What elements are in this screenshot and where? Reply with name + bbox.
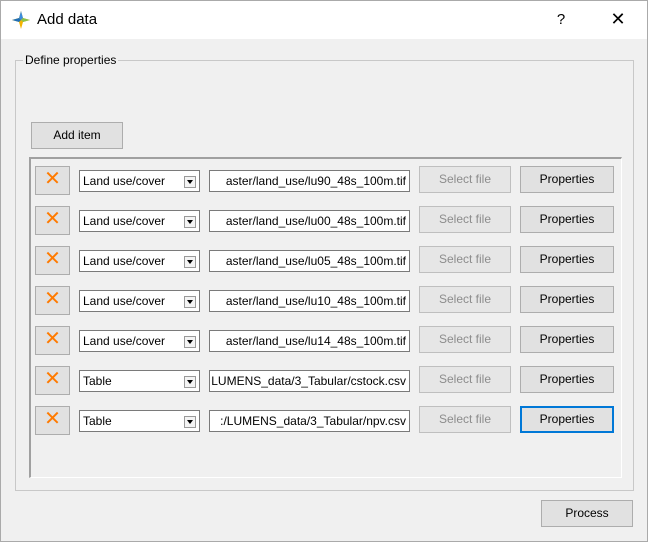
app-logo-icon xyxy=(11,10,31,30)
type-select[interactable]: Land use/cover xyxy=(79,290,200,312)
select-file-button[interactable]: Select file xyxy=(419,246,511,273)
properties-button[interactable]: Properties xyxy=(520,246,614,273)
file-path-value: aster/land_use/lu90_48s_100m.tif xyxy=(225,174,406,188)
properties-button[interactable]: Properties xyxy=(520,326,614,353)
file-path-field[interactable]: LUMENS_data/3_Tabular/cstock.csv xyxy=(209,370,410,392)
close-button[interactable]: ✕ xyxy=(595,5,641,35)
delete-icon[interactable]: ✕ xyxy=(35,166,70,195)
type-value: Land use/cover xyxy=(83,174,166,188)
list-item: ✕ Table LUMENS_data/3_Tabular/cstock.csv… xyxy=(1,366,648,396)
select-file-button[interactable]: Select file xyxy=(419,366,511,393)
type-value: Land use/cover xyxy=(83,334,166,348)
delete-icon[interactable]: ✕ xyxy=(35,286,70,315)
delete-icon[interactable]: ✕ xyxy=(35,406,70,435)
file-path-value: aster/land_use/lu14_48s_100m.tif xyxy=(225,334,406,348)
select-file-button[interactable]: Select file xyxy=(419,286,511,313)
list-item: ✕ Land use/cover aster/land_use/lu05_48s… xyxy=(1,246,648,276)
file-path-value: aster/land_use/lu05_48s_100m.tif xyxy=(225,254,406,268)
select-file-button[interactable]: Select file xyxy=(419,326,511,353)
chevron-down-icon[interactable] xyxy=(184,216,196,228)
file-path-value: aster/land_use/lu10_48s_100m.tif xyxy=(225,294,406,308)
file-path-value: :/LUMENS_data/3_Tabular/npv.csv xyxy=(220,414,406,428)
select-file-button[interactable]: Select file xyxy=(419,206,511,233)
file-path-value: aster/land_use/lu00_48s_100m.tif xyxy=(225,214,406,228)
properties-button[interactable]: Properties xyxy=(520,286,614,313)
file-path-field[interactable]: aster/land_use/lu14_48s_100m.tif xyxy=(209,330,410,352)
type-value: Table xyxy=(83,414,112,428)
file-path-field[interactable]: aster/land_use/lu05_48s_100m.tif xyxy=(209,250,410,272)
chevron-down-icon[interactable] xyxy=(184,416,196,428)
select-file-button[interactable]: Select file xyxy=(419,406,511,433)
delete-icon[interactable]: ✕ xyxy=(35,206,70,235)
chevron-down-icon[interactable] xyxy=(184,296,196,308)
type-value: Table xyxy=(83,374,112,388)
type-select[interactable]: Land use/cover xyxy=(79,210,200,232)
window-title: Add data xyxy=(37,11,98,28)
type-select[interactable]: Land use/cover xyxy=(79,170,200,192)
file-path-field[interactable]: :/LUMENS_data/3_Tabular/npv.csv xyxy=(209,410,410,432)
list-item: ✕ Table :/LUMENS_data/3_Tabular/npv.csv … xyxy=(1,406,648,436)
type-value: Land use/cover xyxy=(83,214,166,228)
file-path-value: LUMENS_data/3_Tabular/cstock.csv xyxy=(211,374,406,388)
chevron-down-icon[interactable] xyxy=(184,376,196,388)
help-button[interactable]: ? xyxy=(543,5,579,35)
delete-icon[interactable]: ✕ xyxy=(35,326,70,355)
process-button[interactable]: Process xyxy=(541,500,633,527)
list-item: ✕ Land use/cover aster/land_use/lu90_48s… xyxy=(1,166,648,196)
list-item: ✕ Land use/cover aster/land_use/lu14_48s… xyxy=(1,326,648,356)
type-value: Land use/cover xyxy=(83,294,166,308)
group-title: Define properties xyxy=(23,53,119,67)
type-select[interactable]: Table xyxy=(79,370,200,392)
add-data-dialog: Add data ? ✕ Define properties Add item … xyxy=(0,0,648,542)
delete-icon[interactable]: ✕ xyxy=(35,246,70,275)
chevron-down-icon[interactable] xyxy=(184,176,196,188)
file-path-field[interactable]: aster/land_use/lu10_48s_100m.tif xyxy=(209,290,410,312)
properties-button[interactable]: Properties xyxy=(520,166,614,193)
type-select[interactable]: Land use/cover xyxy=(79,250,200,272)
delete-icon[interactable]: ✕ xyxy=(35,366,70,395)
list-item: ✕ Land use/cover aster/land_use/lu00_48s… xyxy=(1,206,648,236)
file-path-field[interactable]: aster/land_use/lu00_48s_100m.tif xyxy=(209,210,410,232)
properties-button[interactable]: Properties xyxy=(520,206,614,233)
file-path-field[interactable]: aster/land_use/lu90_48s_100m.tif xyxy=(209,170,410,192)
type-select[interactable]: Land use/cover xyxy=(79,330,200,352)
type-select[interactable]: Table xyxy=(79,410,200,432)
properties-button[interactable]: Properties xyxy=(520,406,614,433)
list-item: ✕ Land use/cover aster/land_use/lu10_48s… xyxy=(1,286,648,316)
select-file-button[interactable]: Select file xyxy=(419,166,511,193)
chevron-down-icon[interactable] xyxy=(184,256,196,268)
properties-button[interactable]: Properties xyxy=(520,366,614,393)
add-item-button[interactable]: Add item xyxy=(31,122,123,149)
chevron-down-icon[interactable] xyxy=(184,336,196,348)
title-bar: Add data ? ✕ xyxy=(1,1,647,39)
type-value: Land use/cover xyxy=(83,254,166,268)
